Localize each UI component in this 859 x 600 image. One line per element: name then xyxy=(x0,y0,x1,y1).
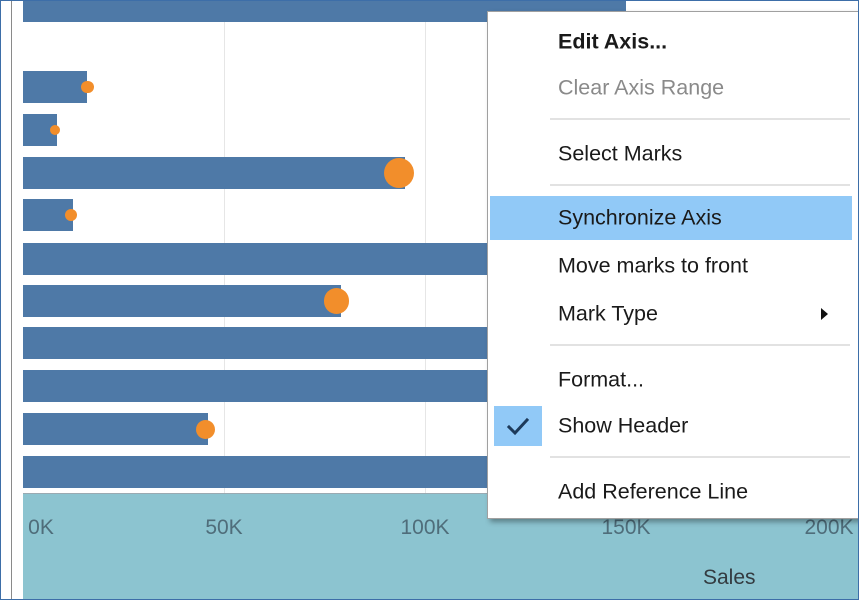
submenu-arrow-icon xyxy=(821,308,828,320)
tick-label-150k: 150K xyxy=(601,516,651,539)
menu-separator xyxy=(550,118,850,120)
menu-item-label: Select Marks xyxy=(558,141,683,166)
menu-item-add-reference-line[interactable]: Add Reference Line xyxy=(490,470,852,514)
context-menu: Edit Axis... Clear Axis Range Select Mar… xyxy=(487,11,858,519)
menu-separator xyxy=(550,184,850,186)
menu-item-label: Synchronize Axis xyxy=(558,205,722,230)
menu-item-label: Mark Type xyxy=(558,301,658,326)
sales-bar[interactable] xyxy=(23,413,208,445)
window-frame: 0K 50K 100K 150K 200K Sales Edit Axis...… xyxy=(0,0,859,600)
menu-item-label: Clear Axis Range xyxy=(558,75,725,100)
menu-item-label: Format... xyxy=(558,367,645,392)
menu-item-show-header[interactable]: Show Header xyxy=(490,404,852,448)
sales-bar[interactable] xyxy=(23,71,87,103)
sales-bar[interactable] xyxy=(23,157,405,189)
checkmark-icon xyxy=(494,406,542,446)
sales-circle-mark[interactable] xyxy=(383,158,414,188)
tick-label-50k: 50K xyxy=(205,516,243,539)
sales-circle-mark[interactable] xyxy=(196,419,216,439)
sales-circle-mark[interactable] xyxy=(323,288,350,314)
menu-item-mark-type[interactable]: Mark Type xyxy=(490,292,852,336)
menu-item-label: Edit Axis... xyxy=(558,29,668,54)
sales-circle-mark[interactable] xyxy=(65,208,78,222)
menu-item-select-marks[interactable]: Select Marks xyxy=(490,132,852,176)
sales-circle-mark[interactable] xyxy=(50,124,61,136)
menu-item-format[interactable]: Format... xyxy=(490,358,852,402)
sales-bar[interactable] xyxy=(23,285,341,317)
menu-separator xyxy=(550,456,850,458)
menu-item-clear-axis-range: Clear Axis Range xyxy=(490,66,852,110)
menu-item-edit-axis[interactable]: Edit Axis... xyxy=(490,20,852,64)
sales-circle-mark[interactable] xyxy=(81,80,94,94)
left-border xyxy=(11,1,12,599)
menu-item-move-marks-to-front[interactable]: Move marks to front xyxy=(490,244,852,288)
menu-item-label: Add Reference Line xyxy=(558,479,749,504)
menu-item-synchronize-axis[interactable]: Synchronize Axis xyxy=(490,196,852,240)
menu-separator xyxy=(550,344,850,346)
menu-item-label: Show Header xyxy=(558,413,689,438)
tick-label-0k: 0K xyxy=(28,516,54,539)
tick-label-100k: 100K xyxy=(400,516,450,539)
x-axis-title: Sales xyxy=(703,566,756,589)
tick-label-200k: 200K xyxy=(804,516,854,539)
menu-item-label: Move marks to front xyxy=(558,253,748,278)
